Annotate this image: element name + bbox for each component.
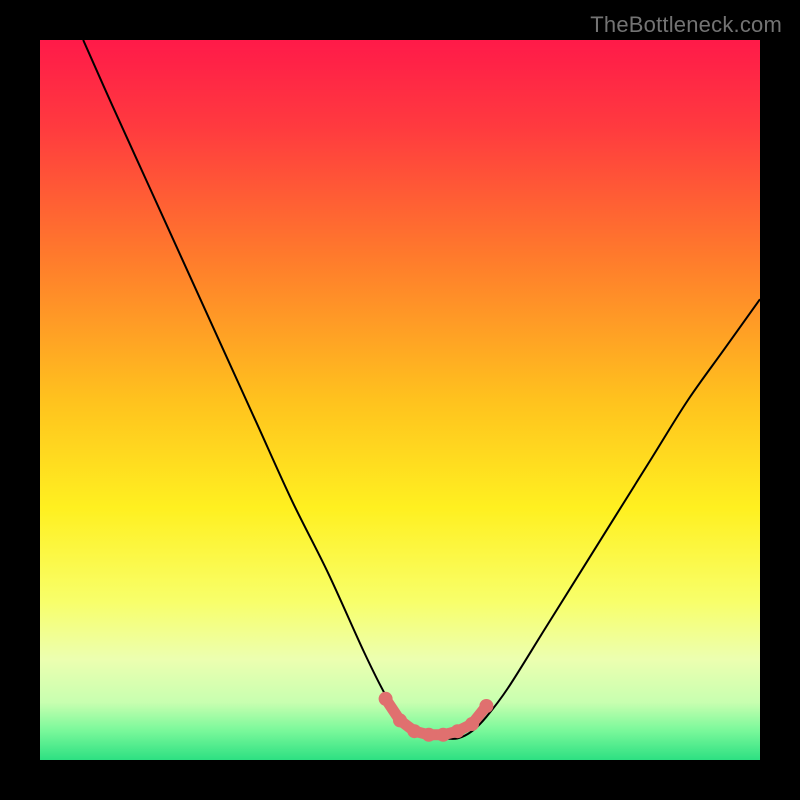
marker-dot bbox=[465, 717, 479, 731]
chart-frame: TheBottleneck.com bbox=[0, 0, 800, 800]
marker-dot bbox=[422, 728, 436, 742]
plot-area bbox=[40, 40, 760, 760]
marker-dot bbox=[436, 728, 450, 742]
marker-dot bbox=[407, 724, 421, 738]
marker-dot bbox=[379, 692, 393, 706]
marker-dot bbox=[393, 713, 407, 727]
bottom-cluster-markers bbox=[379, 692, 494, 742]
marker-dot bbox=[479, 699, 493, 713]
marker-dot bbox=[451, 724, 465, 738]
bottleneck-curve bbox=[83, 40, 760, 739]
watermark-label: TheBottleneck.com bbox=[590, 12, 782, 38]
curve-layer bbox=[40, 40, 760, 760]
